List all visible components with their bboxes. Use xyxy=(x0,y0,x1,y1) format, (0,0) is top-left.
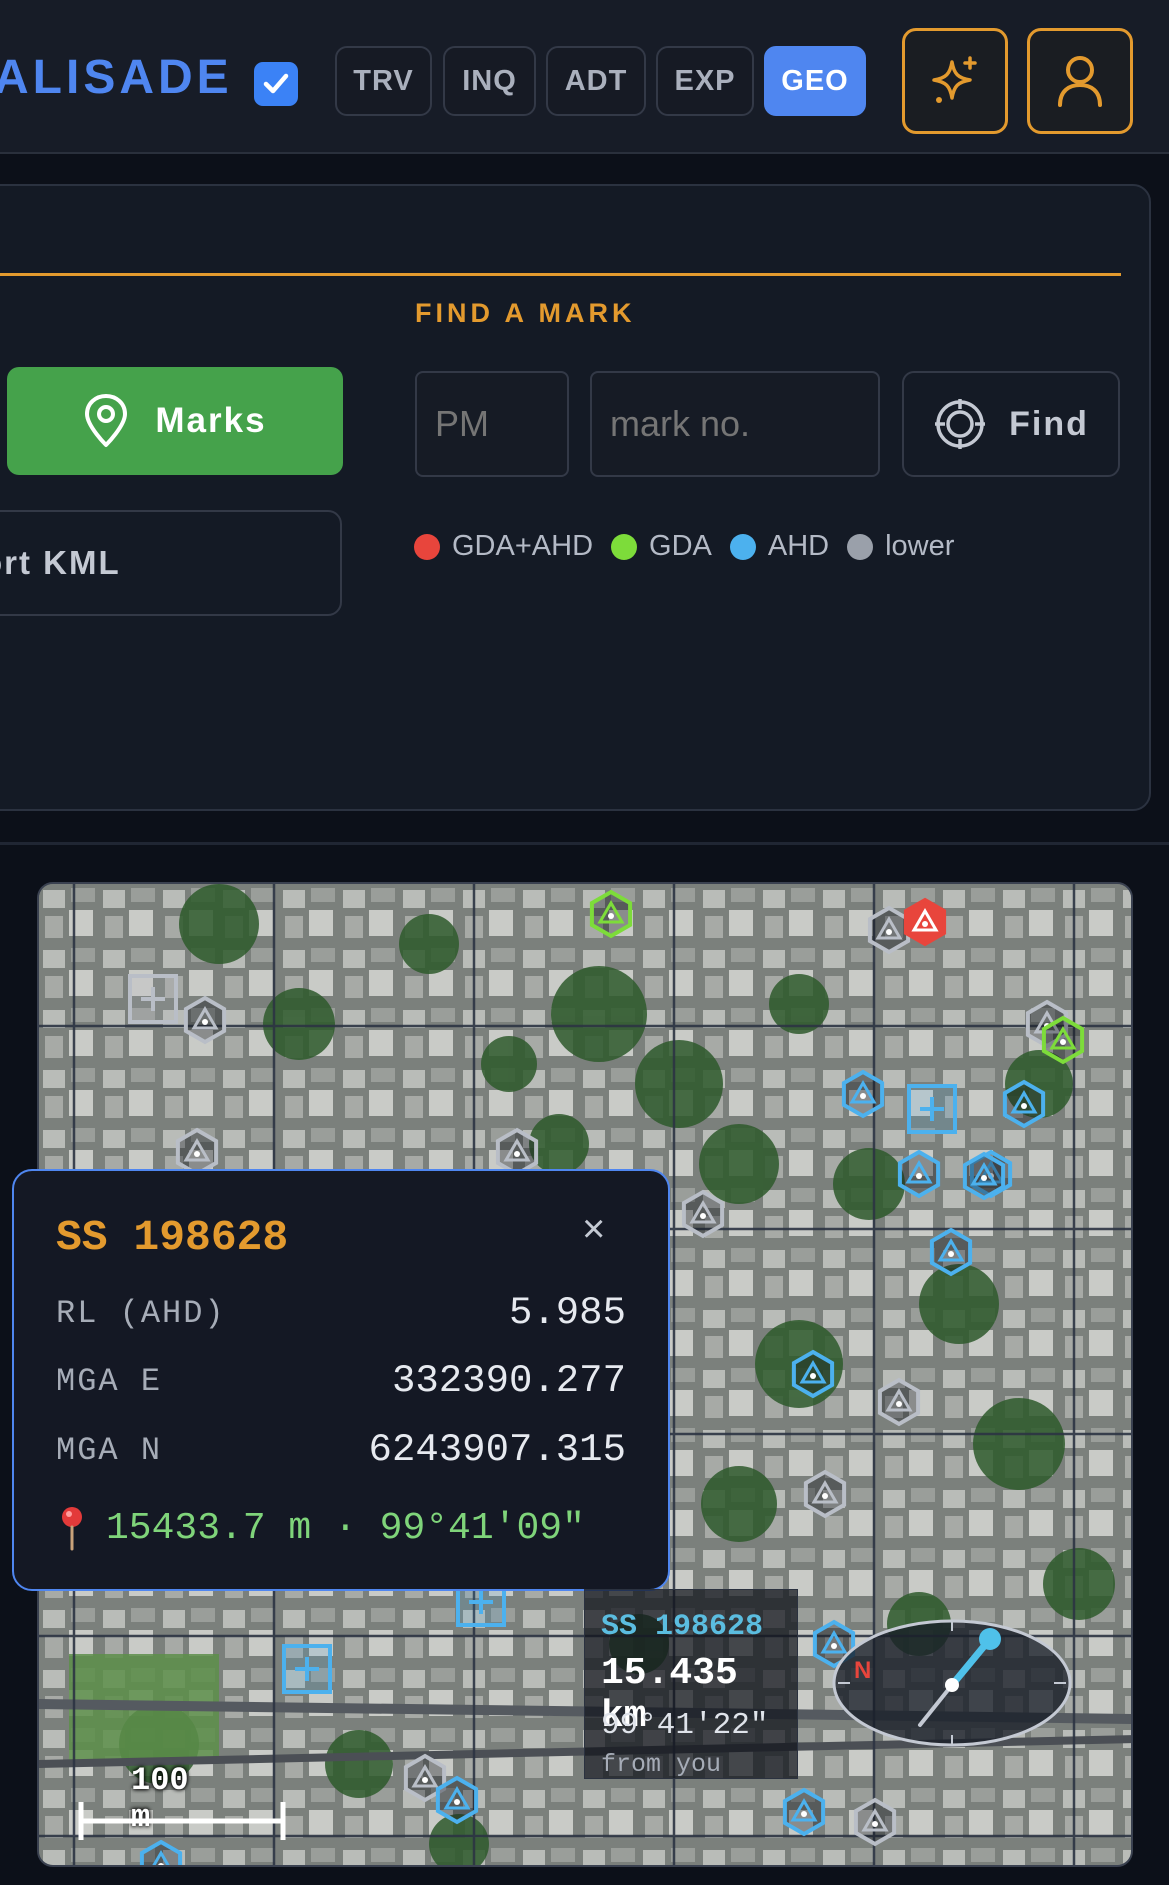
check-icon xyxy=(263,73,289,94)
pushpin-icon xyxy=(62,1507,82,1551)
survey-mark-marker[interactable] xyxy=(867,905,911,955)
user-icon xyxy=(1058,56,1102,107)
traverse-station-marker[interactable] xyxy=(907,1084,957,1134)
survey-mark-marker[interactable] xyxy=(589,889,633,939)
survey-mark-marker[interactable] xyxy=(791,1349,835,1399)
mark-number-input[interactable] xyxy=(590,371,880,477)
survey-mark-marker[interactable] xyxy=(929,1227,973,1277)
rl-label: RL (AHD) xyxy=(56,1295,226,1332)
survey-mark-marker[interactable] xyxy=(183,995,227,1045)
app-brand: ALISADE xyxy=(0,51,233,104)
mga-e-label: MGA E xyxy=(56,1363,163,1400)
find-mark-heading: FIND A MARK xyxy=(415,298,636,328)
survey-mark-marker[interactable] xyxy=(853,1797,897,1847)
compass[interactable]: N xyxy=(830,1617,1074,1749)
survey-mark-marker[interactable] xyxy=(1002,1079,1046,1129)
map-pin-icon xyxy=(85,394,128,447)
tab-inq[interactable]: INQ xyxy=(443,46,536,116)
compass-north-label: N xyxy=(854,1657,872,1684)
brand-checkbox[interactable] xyxy=(254,62,298,106)
legend-label: GDA xyxy=(649,530,712,562)
rl-value: 5.985 xyxy=(508,1291,626,1335)
legend-dot xyxy=(611,533,638,560)
section-divider xyxy=(0,842,1169,845)
survey-mark-marker[interactable] xyxy=(841,1069,885,1119)
distance-from-label: from you xyxy=(601,1750,722,1779)
survey-mark-marker[interactable] xyxy=(681,1189,725,1239)
legend-dot xyxy=(847,533,874,560)
legend-label: AHD xyxy=(767,530,830,562)
profile-button[interactable] xyxy=(1027,28,1133,134)
tab-exp[interactable]: EXP xyxy=(656,46,754,116)
legend-ahd: AHD xyxy=(729,530,830,563)
panel-divider xyxy=(0,273,1121,276)
mga-n-label: MGA N xyxy=(56,1432,163,1469)
tab-geo[interactable]: GEO xyxy=(764,46,866,116)
ai-assist-button[interactable] xyxy=(902,28,1008,134)
export-kml-label: ort KML xyxy=(0,544,121,581)
find-button-label: Find xyxy=(1009,404,1089,443)
mark-detail-popup: SS 198628 × RL (AHD) 5.985 MGA E 332390.… xyxy=(12,1169,670,1591)
survey-mark-marker[interactable] xyxy=(877,1377,921,1427)
survey-mark-marker[interactable] xyxy=(803,1469,847,1519)
mark-legend: GDA+AHD GDA AHD lower xyxy=(414,530,954,563)
survey-mark-marker[interactable] xyxy=(897,1149,941,1199)
marks-button-label: Marks xyxy=(155,401,267,440)
mga-e-value: 332390.277 xyxy=(391,1359,626,1403)
marks-button[interactable]: Marks xyxy=(7,367,343,475)
close-icon[interactable]: × xyxy=(582,1207,605,1252)
find-button[interactable]: Find xyxy=(902,371,1120,477)
traverse-station-marker[interactable] xyxy=(282,1644,332,1694)
tab-trv[interactable]: TRV xyxy=(335,46,432,116)
survey-mark-marker[interactable] xyxy=(962,1151,1006,1201)
export-kml-button[interactable]: ort KML xyxy=(0,510,342,616)
legend-label: GDA+AHD xyxy=(452,530,594,562)
survey-mark-marker[interactable] xyxy=(782,1787,826,1837)
top-bar: ALISADE TRV INQ ADT EXP GEO xyxy=(0,0,1169,154)
survey-mark-marker[interactable] xyxy=(175,1127,219,1177)
legend-gda: GDA xyxy=(611,530,712,563)
popup-mark-title: SS 198628 xyxy=(56,1213,289,1262)
survey-mark-marker[interactable] xyxy=(435,1775,479,1825)
legend-dot xyxy=(729,533,756,560)
bearing-value: 99°41'22" xyxy=(601,1708,769,1743)
distance-mark-id: SS 198628 xyxy=(601,1610,764,1644)
legend-dot xyxy=(414,533,440,560)
target-icon xyxy=(935,399,986,449)
popup-distance-text: 15433.7 m · 99°41'09" xyxy=(106,1506,585,1550)
legend-lower: lower xyxy=(847,530,954,563)
survey-mark-marker[interactable] xyxy=(903,897,947,947)
survey-mark-marker[interactable] xyxy=(1041,1015,1085,1065)
distance-label: SS 198628 15.435 km 99°41'22" from you xyxy=(584,1589,798,1779)
legend-label: lower xyxy=(885,530,955,562)
legend-gda-ahd: GDA+AHD xyxy=(414,530,593,563)
traverse-station-marker[interactable] xyxy=(128,974,178,1024)
survey-mark-marker[interactable] xyxy=(495,1127,539,1177)
sparkle-icon xyxy=(932,56,977,103)
mga-n-value: 6243907.315 xyxy=(368,1428,626,1472)
pm-input[interactable] xyxy=(415,371,569,477)
popup-distance: 15433.7 m · 99°41'09" xyxy=(56,1505,585,1551)
geo-panel xyxy=(0,184,1151,811)
tab-adt[interactable]: ADT xyxy=(546,46,646,116)
scale-bar-graphic xyxy=(78,1802,286,1840)
